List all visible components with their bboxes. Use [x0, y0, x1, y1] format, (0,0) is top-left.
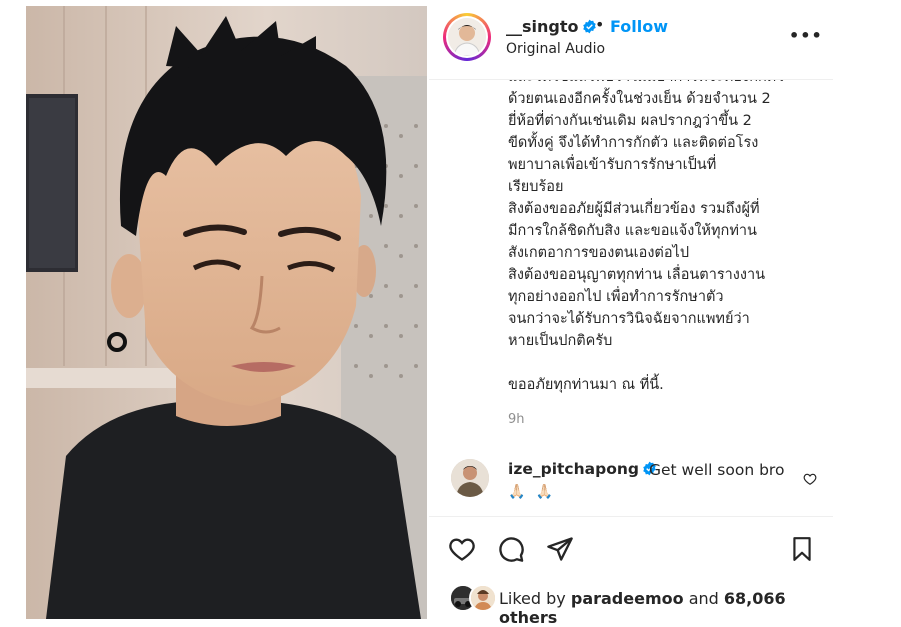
like-heart-icon[interactable] — [447, 535, 477, 567]
caption-text: และวัดไข้แล้วพบว่าไม่มีอาการที่จะต้องกัก… — [508, 80, 784, 396]
author-avatar-image — [448, 18, 486, 56]
author-username[interactable]: __singto — [506, 17, 597, 38]
post-caption: และวัดไข้แล้วพบว่าไม่มีอาการที่จะต้องกัก… — [508, 80, 818, 498]
commenter-avatar[interactable] — [451, 459, 489, 497]
caption-line: ทุกอย่างออกไป เพื่อทำการรักษาตัว — [508, 289, 724, 305]
caption-line: และวัดไข้แล้วพบว่าไม่มีอาการที่จะต้องกัก… — [508, 80, 784, 88]
likes-user[interactable]: paradeemoo — [571, 589, 684, 608]
likes-summary[interactable]: Liked by paradeemoo and 68,066 others — [499, 589, 833, 627]
caption-line: ขออภัยทุกท่านมา ณ ที่นี้. — [508, 377, 664, 393]
caption-line: ด้วยตนเองอีกครั้งในช่วงเย็น ด้วยจำนวน 2 — [508, 91, 771, 107]
comment-like-heart-icon[interactable] — [803, 471, 817, 490]
comment-username-text[interactable]: ize_pitchapong — [508, 460, 639, 478]
comment-username[interactable]: ize_pitchapong — [508, 460, 657, 480]
post-timestamp[interactable]: 9h — [508, 412, 525, 427]
actions-divider — [429, 516, 833, 517]
liker-avatar — [469, 584, 497, 612]
author-avatar[interactable] — [443, 13, 491, 61]
comment-text: Get well soon bro — [649, 461, 785, 479]
original-audio-link[interactable]: Original Audio — [506, 41, 605, 57]
likers-avatars[interactable] — [449, 584, 497, 612]
commenter-avatar-image — [451, 459, 489, 497]
caption-line: จนกว่าจะได้รับการวินิจฉัยจากแพทย์ว่า — [508, 311, 750, 327]
caption-line: สังเกตอาการของตนเองต่อไป — [508, 245, 690, 261]
caption-line: เรียบร้อย — [508, 179, 564, 195]
caption-line — [508, 352, 784, 374]
post-media[interactable] — [26, 6, 427, 619]
share-icon[interactable] — [546, 535, 574, 567]
comment-emoji: 🙏🏻 🙏🏻 — [508, 484, 557, 500]
post-detail-panel: __singto • Follow Original Audio ••• และ… — [429, 6, 833, 627]
caption-line: พยาบาลเพื่อเข้ารับการรักษาเป็นที่ — [508, 157, 717, 173]
likes-and: and — [688, 589, 719, 608]
post-media-image — [26, 6, 427, 619]
caption-line: สิงต้องขออนุญาตทุกท่าน เลื่อนตารางงาน — [508, 267, 766, 283]
caption-line: ขีดทั้งคู่ จึงได้ทำการกักตัว และติดต่อโร… — [508, 135, 759, 151]
separator-dot: • — [595, 15, 605, 34]
caption-line: มีการใกล้ชิดกับสิง และขอแจ้งให้ทุกท่าน — [508, 223, 757, 239]
caption-line: สิงต้องขออภัยผู้มีส่วนเกี่ยวข้อง รวมถึงผ… — [508, 201, 760, 217]
comment-icon[interactable] — [497, 535, 525, 567]
caption-line: ยี่ห้อที่ต่างกันเช่นเดิม ผลปรากฎว่าขึ้น … — [508, 113, 752, 129]
bookmark-icon[interactable] — [789, 535, 815, 567]
author-username-text[interactable]: __singto — [506, 17, 579, 36]
follow-button[interactable]: Follow — [610, 17, 668, 36]
likes-prefix: Liked by — [499, 589, 566, 608]
post-header: __singto • Follow Original Audio ••• — [429, 6, 833, 80]
more-options-icon[interactable]: ••• — [789, 26, 823, 45]
caption-line: หายเป็นปกติครับ — [508, 333, 613, 349]
